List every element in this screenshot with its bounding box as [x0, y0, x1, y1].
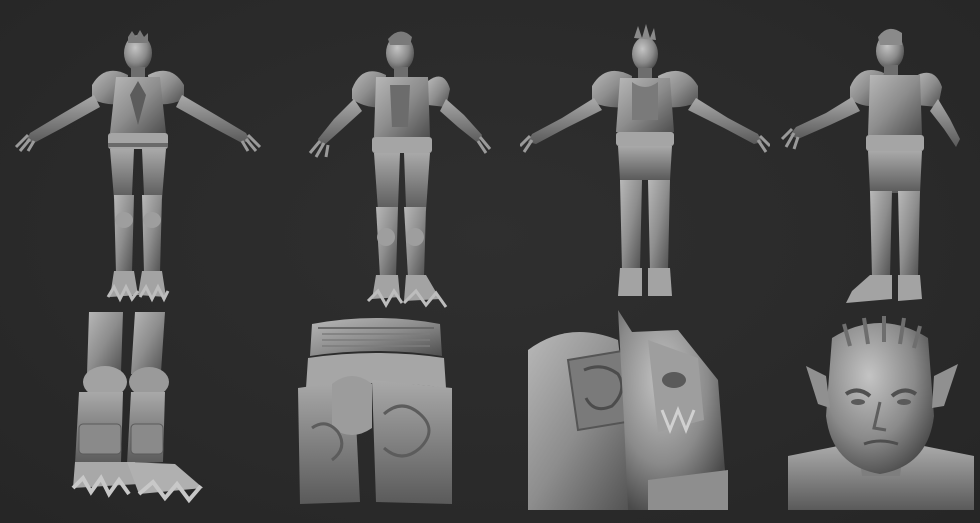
back-full-body-view [520, 20, 770, 305]
sculpt-turnaround-sheet [0, 0, 980, 523]
three-quarter-front-full-body-view [300, 15, 500, 310]
front-full-body-view [10, 15, 265, 305]
belt-and-tassets-closeup-view [292, 318, 460, 508]
boots-closeup-view [65, 312, 210, 507]
shoulder-pauldron-closeup-view [528, 310, 730, 510]
three-quarter-back-full-body-view [780, 15, 975, 310]
head-bust-closeup-view [788, 316, 974, 510]
